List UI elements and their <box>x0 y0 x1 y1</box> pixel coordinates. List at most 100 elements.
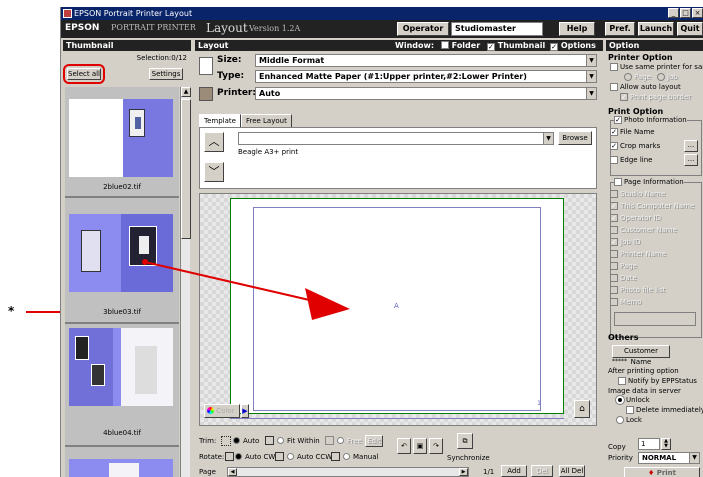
template-select[interactable]: ▼ <box>238 132 554 145</box>
type-select[interactable]: Enhanced Matte Paper (#1:Upper printer,#… <box>255 70 597 83</box>
settings-button[interactable]: Settings <box>149 68 183 80</box>
layout-title: Layout Window: Folder ✓ Thumbnail ✓ Opti… <box>195 40 603 51</box>
radio-page[interactable] <box>624 73 632 81</box>
thumbnail-item[interactable] <box>65 447 179 477</box>
rotate-auto-ccw-radio[interactable] <box>287 453 294 460</box>
trim-free-label: Free <box>347 437 362 445</box>
printer-select[interactable]: Auto ▼ <box>255 87 597 100</box>
thumbnail-item[interactable]: 3blue03.tif <box>65 198 179 323</box>
rotate-auto-cw-radio[interactable] <box>235 453 242 460</box>
rotate-reset-button[interactable]: ▣ <box>413 438 427 454</box>
thumbnail-item[interactable]: 2blue02.tif <box>65 87 179 197</box>
color-expand-button[interactable]: ▶ <box>241 404 249 418</box>
thumbnail-checkbox[interactable]: ✓ <box>486 43 495 51</box>
job-id-option[interactable]: ✓ Job ID <box>610 238 640 246</box>
memo-option[interactable]: Memo <box>610 298 641 306</box>
delete-all-pages-button[interactable]: All Del <box>559 465 585 477</box>
scrollbar-thumb[interactable] <box>181 99 191 239</box>
brand-layout: Layout <box>206 21 248 35</box>
tab-template[interactable]: Template <box>199 114 241 127</box>
thumbnail-item[interactable]: 4blue04.tif <box>65 324 179 446</box>
launch-button[interactable]: Launch <box>638 22 674 36</box>
folder-checkbox[interactable] <box>440 41 449 49</box>
page-scrollbar[interactable]: ◀ ▶ <box>227 467 469 477</box>
maximize-button[interactable]: □ <box>680 8 691 18</box>
template-next-button[interactable]: ﹀ <box>204 162 224 182</box>
template-prev-button[interactable]: ︿ <box>204 132 224 152</box>
synchronize-button[interactable]: ⧉ <box>457 433 473 449</box>
customer-name-option[interactable]: Customer Name <box>610 226 677 234</box>
thumbnail-label: 2blue02.tif <box>103 183 141 191</box>
title-bar: EPSON Portrait Printer Layout _ □ × <box>61 7 703 20</box>
priority-select[interactable]: NORMAL ▼ <box>638 452 700 464</box>
preferences-button[interactable]: Pref. <box>605 22 635 36</box>
rotate-manual-radio[interactable] <box>343 453 350 460</box>
date-option[interactable]: Date <box>610 274 637 282</box>
add-page-button[interactable]: Add <box>501 465 527 477</box>
delete-immediately-option[interactable]: Delete immediately <box>626 406 703 414</box>
rotate-manual-label: Manual <box>353 453 379 461</box>
chevron-down-icon: ▼ <box>543 133 553 144</box>
help-button[interactable]: Help <box>559 22 595 36</box>
studio-name-option[interactable]: Studio Name <box>610 190 665 198</box>
synchronize-label: Synchronize <box>447 454 490 462</box>
use-same-printer[interactable]: Use same printer for same <box>610 63 703 71</box>
printer-mode-radios: Page Job <box>624 73 678 81</box>
minimize-button[interactable]: _ <box>668 8 679 18</box>
delete-page-button[interactable]: Del <box>531 465 553 477</box>
color-button[interactable]: Color <box>204 404 240 418</box>
trim-fit-radio[interactable] <box>277 437 284 444</box>
lock-option[interactable]: Lock <box>616 416 642 424</box>
rotate-left-button[interactable]: ↶ <box>397 438 411 454</box>
scroll-right-icon: ▶ <box>459 468 468 476</box>
options-checkbox[interactable]: ✓ <box>550 43 559 51</box>
rotate-row: Rotate: Auto CW Auto CCW Manual <box>199 452 378 461</box>
photo-information[interactable]: ✓ Photo Information <box>614 116 687 124</box>
file-name-option[interactable]: ✓ File Name <box>610 128 655 136</box>
browse-button[interactable]: Browse <box>558 131 592 145</box>
radio-job[interactable] <box>656 73 665 81</box>
layout-tabs: Template Free Layout <box>199 114 292 127</box>
crop-marks-option[interactable]: ✓ Crop marks <box>610 142 660 150</box>
customer-name-button[interactable]: Customer Name <box>612 345 670 366</box>
print-page-border[interactable]: ✓ Print page border <box>620 93 691 101</box>
photo-file-list-option[interactable]: Photo file list <box>610 286 665 294</box>
copy-stepper[interactable]: ▲ ▼ <box>661 438 671 450</box>
type-label: Type: <box>217 71 245 81</box>
app-icon <box>63 9 72 18</box>
printer-icon <box>199 87 213 101</box>
layout-canvas[interactable]: A 1 Color ▶ ⌂ <box>199 193 597 426</box>
size-select[interactable]: Middle Format ▼ <box>255 54 597 67</box>
scroll-up-icon[interactable]: ▲ <box>181 87 191 97</box>
unlock-option[interactable]: Unlock <box>615 395 650 405</box>
crop-marks-more-button[interactable]: ... <box>684 140 698 152</box>
page-information[interactable]: Page Information <box>614 178 684 186</box>
page-option[interactable]: Page <box>610 262 637 270</box>
thumbnail-list[interactable]: 2blue02.tif 3blue03.tif 4blue04.tif <box>65 87 179 477</box>
quit-button[interactable]: Quit <box>677 22 703 36</box>
tab-free-layout[interactable]: Free Layout <box>240 114 292 127</box>
rotate-auto-cw-label: Auto CW <box>245 453 276 461</box>
allow-auto-layout[interactable]: Allow auto layout <box>610 83 681 91</box>
notify-option[interactable]: Notify by EPPStatus <box>618 377 697 385</box>
trash-icon[interactable]: ⌂ <box>574 400 590 418</box>
printer-name-option[interactable]: Printer Name <box>610 250 666 258</box>
rotate-auto-ccw-label: Auto CCW <box>297 453 333 461</box>
trim-free-radio[interactable] <box>337 437 344 444</box>
rotate-right-button[interactable]: ↷ <box>429 438 443 454</box>
edge-line-option[interactable]: Edge line <box>610 156 652 164</box>
print-button[interactable]: ♦ Print <box>624 467 700 477</box>
memo-field[interactable] <box>614 312 696 326</box>
trim-auto-radio[interactable] <box>233 437 240 444</box>
operator-field[interactable]: Studiomaster <box>451 22 543 36</box>
copy-field[interactable]: 1 <box>638 438 660 450</box>
computer-name-option[interactable]: ✓ This Computer Name <box>610 202 694 210</box>
edge-line-more-button[interactable]: ... <box>684 154 698 166</box>
trim-row: Trim: Auto Fit Within Free Edit <box>199 435 383 447</box>
close-button[interactable]: × <box>692 8 703 18</box>
edit-button[interactable]: Edit <box>365 435 383 447</box>
thumbnail-scrollbar[interactable]: ▲ <box>180 87 191 477</box>
operator-button[interactable]: Operator <box>397 22 449 36</box>
operator-id-option[interactable]: ✓ Operator ID <box>610 214 661 222</box>
page-preview[interactable]: A 1 <box>230 198 564 414</box>
